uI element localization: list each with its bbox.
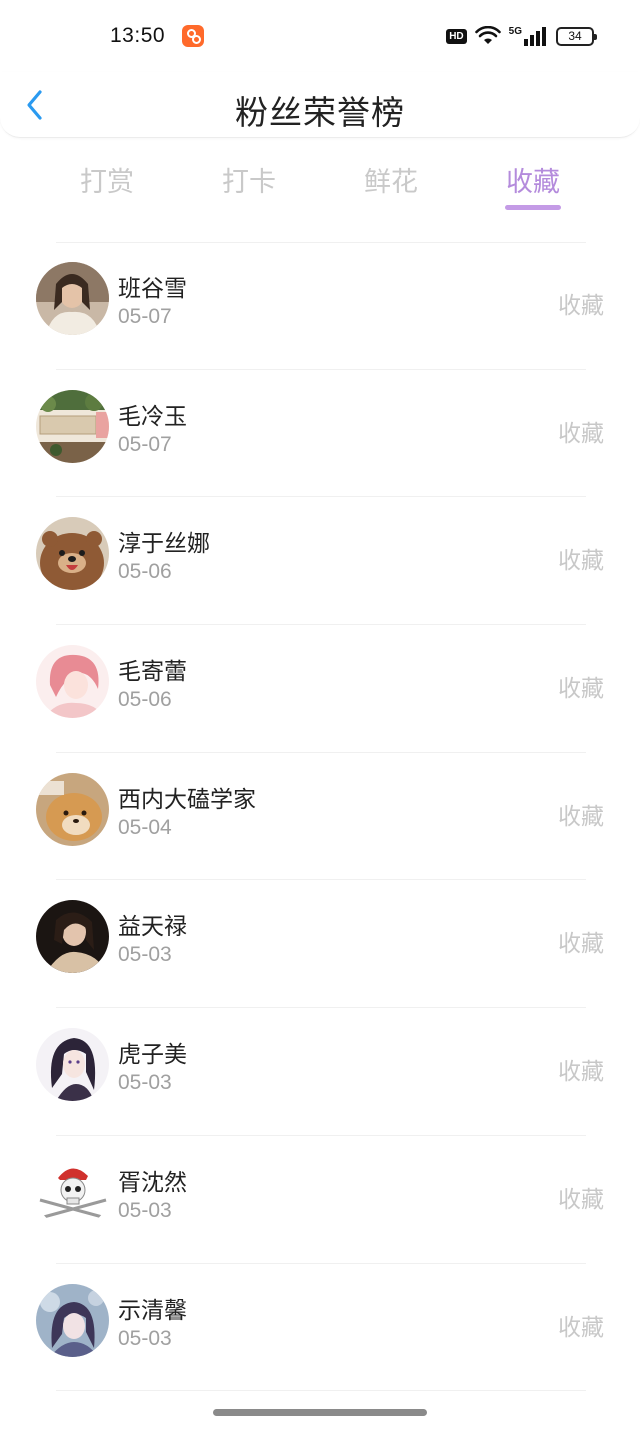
list-item[interactable]: 益天禄 05-03 收藏 xyxy=(0,880,640,1008)
status-time: 13:50 xyxy=(110,24,166,47)
tab-xianhua[interactable]: 鲜花 xyxy=(341,160,441,199)
fan-name: 毛寄蕾 xyxy=(118,659,187,686)
avatar xyxy=(36,900,109,974)
fan-name: 淳于丝娜 xyxy=(118,531,210,558)
fan-date: 05-03 xyxy=(118,1071,172,1095)
fan-name: 毛冷玉 xyxy=(118,403,187,430)
battery-level: 34 xyxy=(568,29,582,43)
avatar xyxy=(36,262,109,335)
list-item[interactable]: 示清馨 05-03 收藏 xyxy=(0,1264,640,1392)
collect-label: 收藏 xyxy=(558,1059,604,1086)
signal-icon xyxy=(524,26,548,46)
collect-label: 收藏 xyxy=(558,293,604,319)
list-item[interactable]: 西内大磕学家 05-04 收藏 xyxy=(0,753,640,881)
list-item[interactable]: 虎子美 05-03 收藏 xyxy=(0,1008,640,1136)
fan-name: 班谷雪 xyxy=(118,276,187,302)
fan-name: 西内大磕学家 xyxy=(118,786,256,813)
home-indicator[interactable] xyxy=(213,1409,427,1416)
fan-name: 益天禄 xyxy=(118,914,187,941)
header-bar: 粉丝荣誉榜 xyxy=(0,72,640,138)
status-icons: HD 5G 34 xyxy=(446,25,597,47)
collect-label: 收藏 xyxy=(558,931,604,958)
fan-date: 05-06 xyxy=(118,688,172,712)
list-item[interactable]: 班谷雪 05-07 收藏 xyxy=(0,242,640,370)
collect-label: 收藏 xyxy=(558,1186,604,1213)
avatar xyxy=(36,1155,109,1229)
fan-date: 05-03 xyxy=(118,943,172,967)
collect-label: 收藏 xyxy=(558,1314,604,1341)
collect-label: 收藏 xyxy=(558,548,604,575)
active-tab-indicator xyxy=(505,205,561,210)
list-item[interactable]: 胥沈然 05-03 收藏 xyxy=(0,1136,640,1264)
tab-daka[interactable]: 打卡 xyxy=(199,160,299,199)
fan-date: 05-03 xyxy=(118,1326,172,1350)
avatar xyxy=(36,772,109,846)
fan-date: 05-03 xyxy=(118,1198,172,1222)
battery-icon: 34 xyxy=(556,26,597,46)
tab-dashang[interactable]: 打赏 xyxy=(57,160,157,199)
avatar xyxy=(36,517,109,591)
fan-name: 示清馨 xyxy=(118,1297,187,1324)
tab-shoucang[interactable]: 收藏 xyxy=(483,160,583,199)
app-notification-icon xyxy=(182,25,204,47)
avatar xyxy=(36,1028,109,1102)
fan-date: 05-04 xyxy=(118,815,172,839)
wifi-icon xyxy=(474,26,501,46)
avatar xyxy=(36,1283,109,1357)
fan-list: 班谷雪 05-07 收藏 毛冷玉 05-07 收藏 淳于丝娜 05-06 收藏 … xyxy=(0,242,640,1391)
network-type-label: 5G xyxy=(508,25,522,37)
collect-label: 收藏 xyxy=(558,420,604,447)
hd-badge: HD xyxy=(446,28,467,44)
list-item[interactable]: 毛寄蕾 05-06 收藏 xyxy=(0,625,640,753)
list-item[interactable]: 毛冷玉 05-07 收藏 xyxy=(0,370,640,498)
fan-name: 虎子美 xyxy=(118,1042,187,1069)
collect-label: 收藏 xyxy=(558,676,604,703)
fan-date: 05-07 xyxy=(118,305,172,328)
status-bar: 13:50 HD 5G 34 xyxy=(0,0,640,72)
fan-date: 05-07 xyxy=(118,432,172,456)
collect-label: 收藏 xyxy=(558,803,604,830)
fan-date: 05-06 xyxy=(118,560,172,584)
avatar xyxy=(36,389,109,463)
fan-name: 胥沈然 xyxy=(118,1169,187,1196)
avatar xyxy=(36,645,109,719)
list-item[interactable]: 淳于丝娜 05-06 收藏 xyxy=(0,497,640,625)
page-title: 粉丝荣誉榜 xyxy=(235,93,405,132)
